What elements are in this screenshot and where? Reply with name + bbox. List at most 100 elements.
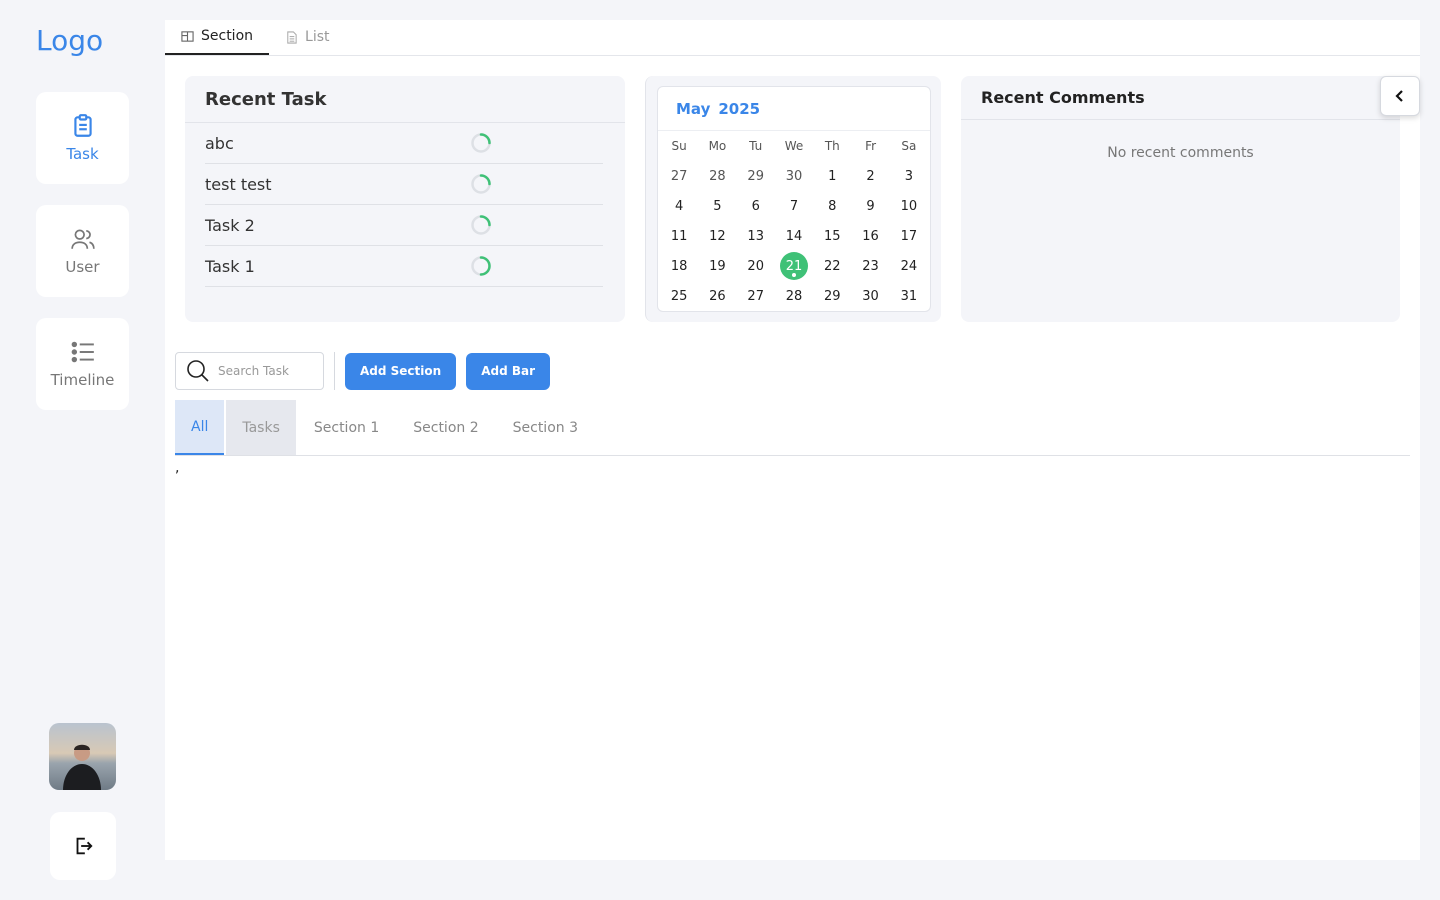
sidebar-item-timeline[interactable]: Timeline [36,318,129,410]
recent-comments-title: Recent Comments [961,76,1400,120]
app-logo: Logo [36,24,104,57]
calendar-day[interactable]: 28 [775,281,813,311]
calendar-day[interactable]: 17 [890,221,928,251]
calendar-day[interactable]: 31 [890,281,928,311]
calendar-day[interactable]: 14 [775,221,813,251]
progress-spinner-icon [471,256,491,276]
tab-list[interactable]: List [269,19,345,55]
content-text: , [175,460,180,476]
task-name: Task 1 [205,256,255,276]
calendar-day[interactable]: 9 [851,191,889,221]
calendar-day-number: 21 [779,252,808,280]
add-bar-button[interactable]: Add Bar [466,352,550,390]
main-content: Section List Recent Task abc test test T… [165,20,1420,860]
progress-spinner-icon [471,215,491,235]
calendar-header: May 2025 [658,87,930,131]
calendar-month[interactable]: May [676,100,710,118]
progress-spinner-icon [471,174,491,194]
calendar-day[interactable]: 24 [890,251,928,281]
document-icon [287,30,297,44]
calendar-day[interactable]: 15 [813,221,851,251]
search-input[interactable] [218,364,318,378]
weekday-label: Sa [901,139,917,153]
collapse-panel-button[interactable] [1380,76,1420,116]
calendar-day[interactable]: 8 [813,191,851,221]
calendar-day[interactable]: 4 [660,191,698,221]
calendar-day[interactable]: 26 [698,281,736,311]
tab-tasks[interactable]: Tasks [226,400,296,455]
calendar-day[interactable]: 30 [775,161,813,191]
task-row[interactable]: abc [205,123,603,164]
weekday-label: Fr [865,139,877,153]
calendar-day[interactable]: 3 [890,161,928,191]
avatar[interactable] [49,723,116,790]
task-name: test test [205,174,272,194]
tab-label: List [305,29,330,45]
calendar-day[interactable]: 11 [660,221,698,251]
calendar-day[interactable]: 12 [698,221,736,251]
calendar-day[interactable]: 6 [737,191,775,221]
comments-empty-text: No recent comments [1107,145,1254,161]
tab-section-3[interactable]: Section 3 [497,400,594,455]
calendar-day[interactable]: 2 [851,161,889,191]
calendar-grid: Su Mo Tu We Th Fr Sa 27 28 29 30 1 2 3 4 5 6 7 8 9 10 11 12 13 1… [658,131,930,311]
calendar-year[interactable]: 2025 [718,100,760,118]
task-row[interactable]: test test [205,164,603,205]
search-icon [187,360,209,382]
calendar: May 2025 Su Mo Tu We Th Fr Sa 27 28 29 30 1 2 3 4 5 6 7 8 9… [657,86,931,312]
layout-icon [181,30,194,42]
sidebar-item-label: User [65,258,100,276]
task-toolbar: Add Section Add Bar [175,352,560,390]
progress-spinner-icon [471,133,491,153]
calendar-day[interactable]: 22 [813,251,851,281]
calendar-day[interactable]: 19 [698,251,736,281]
calendar-day[interactable]: 16 [851,221,889,251]
calendar-day[interactable]: 29 [813,281,851,311]
sidebar-item-label: Task [66,145,99,163]
calendar-day[interactable]: 30 [851,281,889,311]
tab-all[interactable]: All [175,400,225,455]
tab-section-2[interactable]: Section 2 [397,400,494,455]
sidebar-item-user[interactable]: User [36,205,129,297]
calendar-day[interactable]: 29 [737,161,775,191]
add-section-button[interactable]: Add Section [345,352,457,390]
calendar-day[interactable]: 1 [813,161,851,191]
calendar-day[interactable]: 5 [698,191,736,221]
weekday-label: Th [824,139,840,153]
calendar-day-selected[interactable]: 21 [775,251,813,281]
users-icon [70,229,95,249]
chevron-left-icon [1395,90,1403,102]
task-row[interactable]: Task 2 [205,205,603,246]
tab-section-1[interactable]: Section 1 [298,400,395,455]
sidebar-item-label: Timeline [50,371,115,389]
calendar-day[interactable]: 13 [737,221,775,251]
calendar-day[interactable]: 28 [698,161,736,191]
weekday-label: Mo [708,139,727,153]
calendar-day[interactable]: 10 [890,191,928,221]
tab-label: Section [201,28,254,44]
recent-task-title: Recent Task [185,76,625,123]
view-tab-bar: Section List [165,20,1420,56]
list-icon [71,341,94,363]
search-box[interactable] [175,352,324,390]
calendar-day[interactable]: 25 [660,281,698,311]
logout-icon [76,837,93,855]
sidebar-item-task[interactable]: Task [36,92,129,184]
calendar-day[interactable]: 23 [851,251,889,281]
avatar-person-image [63,744,101,790]
weekday-label: Tu [749,139,763,153]
recent-comments-panel: Recent Comments No recent comments [961,76,1400,322]
calendar-day[interactable]: 20 [737,251,775,281]
logout-button[interactable] [50,812,116,880]
calendar-day[interactable]: 27 [737,281,775,311]
section-tabs: All Tasks Section 1 Section 2 Section 3 [175,400,1410,456]
task-name: abc [205,133,234,153]
weekday-label: We [784,139,804,153]
calendar-day[interactable]: 7 [775,191,813,221]
tab-section[interactable]: Section [165,19,270,55]
calendar-day[interactable]: 27 [660,161,698,191]
toolbar-divider [334,352,335,390]
calendar-day[interactable]: 18 [660,251,698,281]
task-name: Task 2 [205,215,255,235]
task-row[interactable]: Task 1 [205,246,603,287]
